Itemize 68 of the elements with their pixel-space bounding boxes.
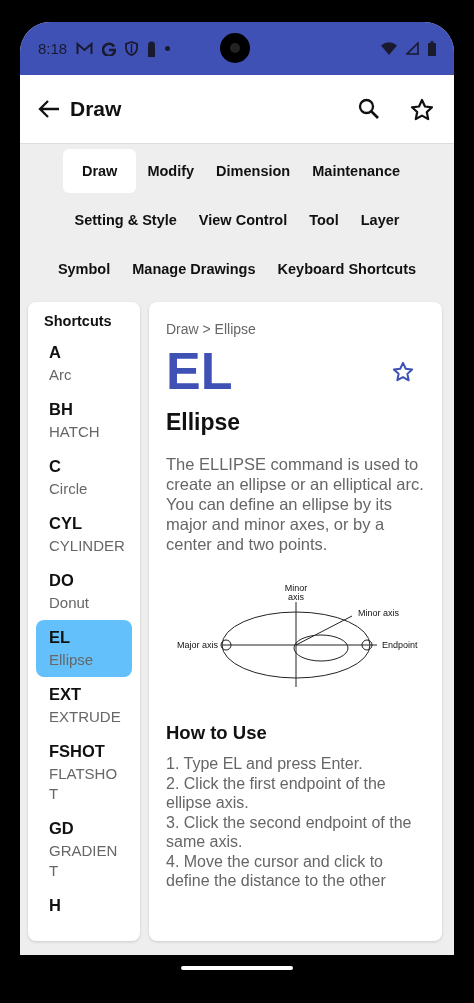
app-title: Draw <box>70 97 123 121</box>
shortcut-name: HATCH <box>49 422 101 442</box>
category-tab[interactable]: Draw <box>62 149 137 193</box>
shortcut-name: CYLINDER <box>49 536 126 556</box>
shortcut-name: GRADIENT <box>49 841 119 881</box>
category-tab[interactable]: Dimension <box>205 149 302 193</box>
shield-icon <box>125 41 139 56</box>
category-tab[interactable]: Maintenance <box>301 149 412 193</box>
instruction-step: 3. Click the second endpoint of the same axis. <box>166 812 425 852</box>
signal-icon <box>406 42 419 55</box>
favorite-star-icon[interactable] <box>392 360 414 382</box>
section-heading: How to Use <box>166 722 268 744</box>
category-tab[interactable]: Tool <box>298 198 350 242</box>
diagram-label: Minor axis <box>284 583 308 602</box>
search-button[interactable] <box>358 98 380 120</box>
shortcut-key: CYL <box>49 514 128 533</box>
camera-icon <box>220 33 250 63</box>
breadcrumb: Draw > Ellipse <box>166 321 257 337</box>
shortcut-item[interactable]: BH HATCH <box>36 392 132 449</box>
shortcut-key: BH <box>49 400 128 419</box>
shortcut-key: FSHOT <box>49 742 128 761</box>
category-tab[interactable]: Setting & Style <box>63 198 188 242</box>
shortcut-item[interactable]: CYL CYLINDER <box>36 506 132 563</box>
shortcut-item[interactable]: GD GRADIENT <box>36 811 132 888</box>
shortcut-name: FLATSHOT <box>49 764 119 804</box>
shortcut-key: EL <box>49 628 128 647</box>
category-tab[interactable]: Manage Drawings <box>121 247 267 291</box>
shortcut-key: H <box>49 896 128 915</box>
shortcut-name: Donut <box>49 593 91 613</box>
instruction-step: 2. Click the first endpoint of the ellipse axis. <box>166 773 425 813</box>
shortcut-name: Ellipse <box>49 650 95 670</box>
category-tab[interactable]: Layer <box>349 198 411 242</box>
wifi-icon <box>381 42 397 55</box>
back-button[interactable] <box>38 99 60 119</box>
category-tab[interactable]: Modify <box>136 149 206 193</box>
shortcut-item[interactable]: C Circle <box>36 449 132 506</box>
shortcut-key: A <box>49 343 128 362</box>
shortcut-key: DO <box>49 571 128 590</box>
sidebar-title: Shortcuts <box>44 313 113 329</box>
shortcut-item[interactable]: H <box>36 888 132 922</box>
category-tab[interactable]: View Control <box>187 198 299 242</box>
shortcut-key: C <box>49 457 128 476</box>
instruction-step: 1. Type EL and press Enter. <box>166 754 425 774</box>
shortcut-key: GD <box>49 819 128 838</box>
shortcut-key: EXT <box>49 685 128 704</box>
keyhole-icon <box>147 40 157 57</box>
battery-icon <box>428 41 436 56</box>
category-tab[interactable]: Symbol <box>46 247 122 291</box>
shortcut-item[interactable]: EL Ellipse <box>36 620 132 677</box>
shortcut-code: EL <box>166 341 233 401</box>
shortcut-name: Circle <box>49 479 89 499</box>
shortcut-item[interactable]: DO Donut <box>36 563 132 620</box>
command-description: The ELLIPSE command is used to create an ellipse or an elliptical arc. You can define an ellipse by its major and minor axes, or by a center and two points. <box>166 454 425 554</box>
shortcut-item[interactable]: A Arc <box>36 335 132 392</box>
shortcut-item[interactable]: FSHOT FLATSHOT <box>36 734 132 811</box>
mail-icon <box>76 42 94 55</box>
instruction-step: 4. Move the cursor and click to define the distance to the other <box>166 851 425 891</box>
command-title: Ellipse <box>166 409 242 436</box>
shortcut-name: Arc <box>49 365 73 385</box>
status-time: 8:18 <box>38 40 68 57</box>
diagram-label: Endpoint <box>382 640 418 650</box>
shortcut-item[interactable]: EXT EXTRUDE <box>36 677 132 734</box>
diagram-label: Major axis <box>177 640 218 650</box>
category-tab[interactable]: Keyboard Shortcuts <box>266 247 428 291</box>
shortcut-name: EXTRUDE <box>49 707 122 727</box>
diagram-label: Minor axis <box>358 608 399 618</box>
favorite-button[interactable] <box>410 97 434 121</box>
dot-icon <box>165 46 171 51</box>
